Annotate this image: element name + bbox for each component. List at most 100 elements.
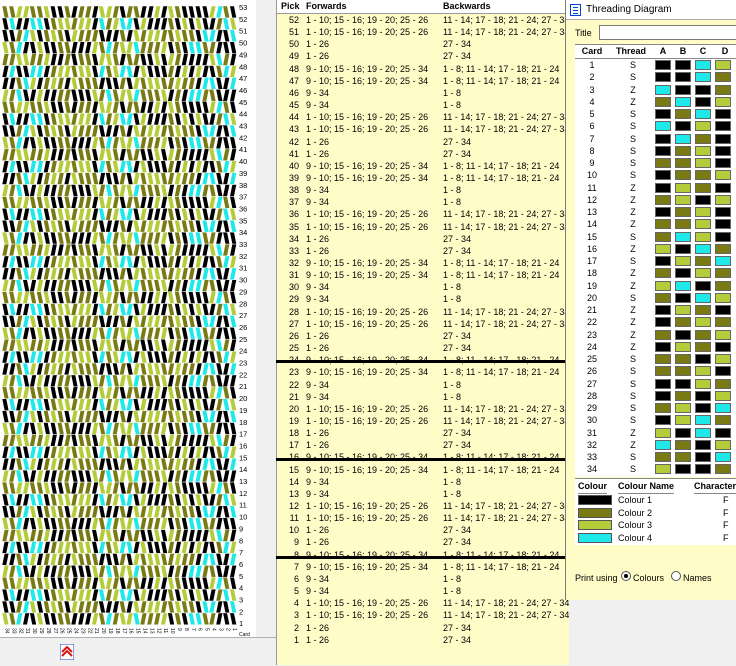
hole-c-colour-cell[interactable] (695, 170, 711, 181)
pick-row[interactable]: 48 9 - 10; 15 - 16; 19 - 20; 25 - 34 1 - 8… (277, 63, 569, 75)
hole-b-colour-cell[interactable] (675, 145, 691, 156)
pick-row[interactable]: 4 1 - 10; 15 - 16; 19 - 20; 25 - 26 11 - 1… (277, 597, 569, 609)
pick-row[interactable]: 1 1 - 26 27 - 34 (277, 634, 569, 646)
pick-row[interactable]: 51 1 - 10; 15 - 16; 19 - 20; 25 - 26 11 - … (277, 26, 569, 38)
thread-direction[interactable]: Z (613, 182, 653, 194)
hole-a-colour-cell[interactable] (655, 305, 671, 315)
hole-a-colour-cell[interactable] (655, 133, 671, 144)
hole-b-colour-cell[interactable] (675, 452, 691, 462)
hole-d-colour-cell[interactable] (715, 84, 731, 95)
hole-c-colour-cell[interactable] (695, 403, 711, 413)
colour-swatch[interactable] (578, 520, 612, 530)
pick-row[interactable]: 38 9 - 34 1 - 8 (277, 184, 569, 196)
hole-a-colour-cell[interactable] (655, 256, 671, 266)
hole-a-colour-cell[interactable] (655, 415, 671, 426)
pick-row[interactable]: 7 9 - 10; 15 - 16; 19 - 20; 25 - 34 1 - 8;… (277, 561, 569, 573)
hole-a-colour-cell[interactable] (655, 145, 671, 156)
thread-direction[interactable]: Z (613, 316, 653, 328)
thread-direction[interactable]: Z (613, 194, 653, 206)
thread-direction[interactable]: S (613, 133, 653, 145)
thread-direction[interactable]: Z (613, 304, 653, 316)
hole-a-colour-cell[interactable] (655, 403, 671, 413)
pick-row[interactable]: 18 1 - 26 27 - 34 (277, 427, 569, 439)
card-row[interactable]: 34 S (575, 463, 736, 475)
hole-c-colour-cell[interactable] (695, 329, 711, 340)
threading-grid[interactable]: Card Thread A B C D 1 S 2 S 3 Z 4 Z 5 S 6 S 7 S 8 S 9 S 10… (575, 44, 736, 477)
hole-b-colour-cell[interactable] (675, 427, 691, 438)
pick-row[interactable]: 39 9 - 10; 15 - 16; 19 - 20; 25 - 34 1 - 8… (277, 172, 569, 184)
card-row[interactable]: 23 Z (575, 329, 736, 341)
hole-c-colour-cell[interactable] (695, 390, 711, 401)
card-row[interactable]: 24 Z (575, 341, 736, 353)
thread-direction[interactable]: Z (613, 96, 653, 108)
hole-c-colour-cell[interactable] (695, 280, 711, 291)
hole-d-colour-cell[interactable] (715, 280, 731, 291)
card-row[interactable]: 19 Z (575, 280, 736, 292)
thread-direction[interactable]: S (613, 451, 653, 463)
thread-direction[interactable]: S (613, 157, 653, 169)
thread-direction[interactable]: S (613, 292, 653, 304)
hole-c-colour-cell[interactable] (695, 268, 711, 279)
card-row[interactable]: 5S (575, 108, 736, 120)
hole-a-colour-cell[interactable] (655, 341, 671, 352)
hole-a-colour-cell[interactable] (655, 182, 671, 193)
hole-a-colour-cell[interactable] (655, 96, 671, 107)
thread-direction[interactable]: S (613, 353, 653, 365)
hole-b-colour-cell[interactable] (675, 231, 691, 242)
pick-row[interactable]: 40 9 - 10; 15 - 16; 19 - 20; 25 - 34 1 - 8… (277, 160, 569, 172)
card-row[interactable]: 21 Z (575, 304, 736, 316)
pick-row[interactable]: 35 1 - 10; 15 - 16; 19 - 20; 25 - 26 11 - … (277, 221, 569, 233)
hole-a-colour-cell[interactable] (655, 121, 671, 132)
hole-b-colour-cell[interactable] (675, 60, 691, 70)
colour-table[interactable]: Colour Colour Name Character Colour 1 F Co… (575, 478, 736, 545)
title-input[interactable] (599, 25, 736, 40)
hole-d-colour-cell[interactable] (715, 72, 731, 83)
card-row[interactable]: 25 S (575, 353, 736, 365)
thread-direction[interactable]: S (613, 145, 653, 157)
hole-a-colour-cell[interactable] (655, 84, 671, 95)
pick-row[interactable]: 46 9 - 34 1 - 8 (277, 87, 569, 99)
hole-d-colour-cell[interactable] (715, 439, 731, 450)
hole-c-colour-cell[interactable] (695, 182, 711, 193)
pick-row[interactable]: 50 1 - 26 27 - 34 (277, 38, 569, 50)
card-row[interactable]: 17 S (575, 255, 736, 267)
card-row[interactable]: 30 S (575, 414, 736, 426)
hole-d-colour-cell[interactable] (715, 366, 731, 377)
pick-row[interactable]: 6 9 - 34 1 - 8 (277, 573, 569, 585)
hole-c-colour-cell[interactable] (695, 158, 711, 168)
hole-c-colour-cell[interactable] (695, 109, 711, 119)
radio-names-label[interactable]: Names (683, 571, 712, 585)
hole-b-colour-cell[interactable] (675, 305, 691, 315)
thread-direction[interactable]: S (613, 365, 653, 377)
hole-b-colour-cell[interactable] (675, 72, 691, 83)
hole-a-colour-cell[interactable] (655, 72, 671, 83)
card-row[interactable]: 1S (575, 59, 736, 71)
pick-row[interactable]: 27 1 - 10; 15 - 16; 19 - 20; 25 - 26 11 - … (277, 318, 569, 330)
hole-b-colour-cell[interactable] (675, 390, 691, 401)
hole-a-colour-cell[interactable] (655, 60, 671, 70)
card-row[interactable]: 32 Z (575, 439, 736, 451)
pick-row[interactable]: 31 9 - 10; 15 - 16; 19 - 20; 25 - 34 1 - 8… (277, 269, 569, 281)
hole-d-colour-cell[interactable] (715, 464, 731, 475)
hole-d-colour-cell[interactable] (715, 145, 731, 156)
hole-b-colour-cell[interactable] (675, 366, 691, 377)
hole-a-colour-cell[interactable] (655, 280, 671, 291)
hole-b-colour-cell[interactable] (675, 317, 691, 328)
thread-direction[interactable]: S (613, 231, 653, 243)
hole-d-colour-cell[interactable] (715, 390, 731, 401)
pick-row[interactable]: 30 9 - 34 1 - 8 (277, 281, 569, 293)
pick-row[interactable]: 44 1 - 10; 15 - 16; 19 - 20; 25 - 26 11 - … (277, 111, 569, 123)
card-row[interactable]: 28 S (575, 390, 736, 402)
pick-row[interactable]: 26 1 - 26 27 - 34 (277, 330, 569, 342)
thread-direction[interactable]: Z (613, 206, 653, 218)
pick-row[interactable]: 43 1 - 10; 15 - 16; 19 - 20; 25 - 26 11 - … (277, 123, 569, 135)
card-row[interactable]: 29 S (575, 402, 736, 414)
thread-direction[interactable]: Z (613, 267, 653, 279)
hole-a-colour-cell[interactable] (655, 243, 671, 254)
radio-colours-label[interactable]: Colours (633, 571, 664, 585)
hole-b-colour-cell[interactable] (675, 439, 691, 450)
pick-row[interactable]: 13 9 - 34 1 - 8 (277, 488, 569, 500)
hole-b-colour-cell[interactable] (675, 207, 691, 217)
hole-b-colour-cell[interactable] (675, 292, 691, 303)
card-row[interactable]: 20 S (575, 292, 736, 304)
